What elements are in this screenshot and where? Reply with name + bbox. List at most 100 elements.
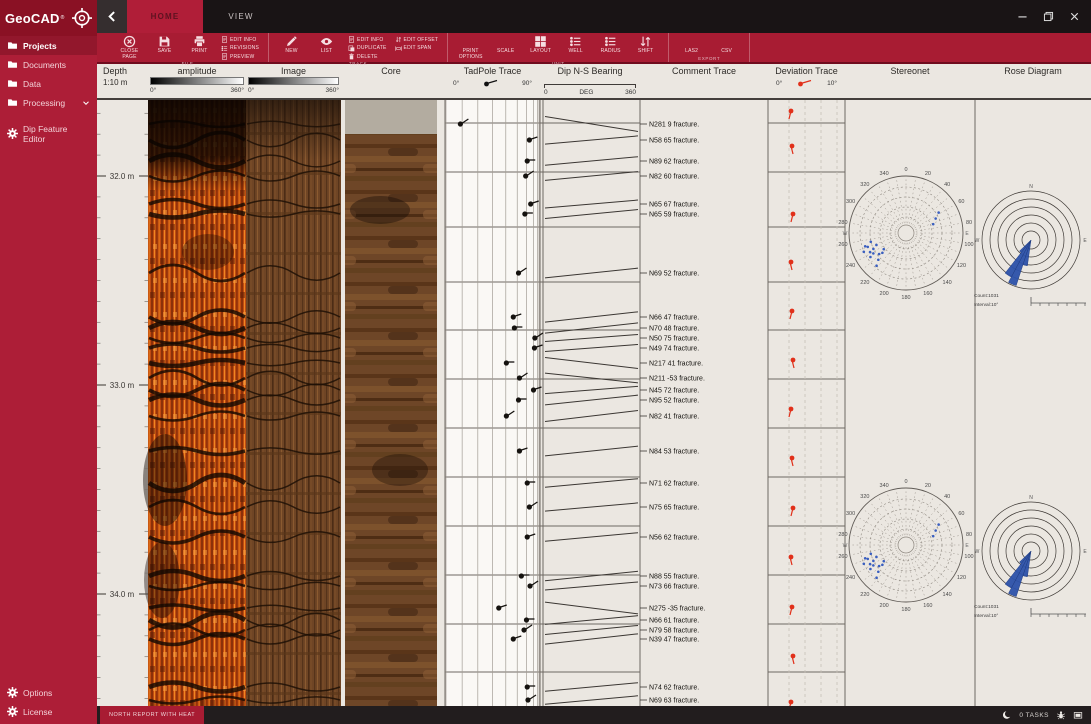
comment-label[interactable]: N82 41 fracture.	[649, 414, 699, 421]
stereonet-point[interactable]	[866, 558, 869, 561]
preview-button[interactable]: PREVIEW	[221, 53, 259, 60]
sidebar-item-processing[interactable]: Processing	[0, 93, 97, 112]
comment-label[interactable]: N66 47 fracture.	[649, 315, 699, 322]
radius-button[interactable]: RADIUS	[594, 34, 627, 55]
stereonet-point[interactable]	[869, 563, 872, 566]
layout-button[interactable]: LAYOUT	[524, 34, 557, 55]
tadpole[interactable]	[524, 617, 529, 622]
stereonet-point[interactable]	[869, 256, 872, 259]
stereonet-point[interactable]	[881, 563, 884, 566]
back-button[interactable]	[97, 0, 127, 33]
stereonet-point[interactable]	[872, 252, 875, 255]
new-button[interactable]: NEW	[275, 34, 308, 55]
tadpole[interactable]	[521, 627, 526, 632]
stereonet-point[interactable]	[872, 564, 875, 567]
stereonet-point[interactable]	[937, 523, 940, 526]
deviation-tadpole[interactable]	[789, 109, 794, 114]
tab-home[interactable]: HOME	[127, 0, 203, 33]
tadpole[interactable]	[511, 636, 516, 641]
comment-label[interactable]: N73 66 fracture.	[649, 584, 699, 591]
stereonet-point[interactable]	[875, 576, 878, 579]
shift-button[interactable]: SHIFT	[629, 34, 662, 55]
tadpole[interactable]	[519, 573, 524, 578]
stereonet-point[interactable]	[932, 535, 935, 538]
tadpole[interactable]	[511, 314, 516, 319]
tadpole[interactable]	[525, 697, 530, 702]
stereonet-point[interactable]	[869, 552, 872, 555]
sidebar-item-data[interactable]: Data	[0, 74, 97, 93]
tadpole[interactable]	[496, 605, 501, 610]
stereonet-point[interactable]	[877, 258, 880, 261]
deviation-tadpole[interactable]	[790, 605, 795, 610]
list-button[interactable]: LIST	[310, 34, 343, 55]
tadpole[interactable]	[525, 534, 530, 539]
edit-offset-button[interactable]: EDIT OFFSET	[395, 36, 439, 43]
tadpole[interactable]	[516, 270, 521, 275]
comment-label[interactable]: N211 -53 fracture.	[649, 376, 705, 383]
stereonet-point[interactable]	[872, 248, 875, 251]
stereonet-point[interactable]	[934, 529, 937, 532]
edit-info-button[interactable]: EDIT INFO	[348, 36, 387, 43]
stereonet-point[interactable]	[882, 248, 885, 251]
document-tab[interactable]: NORTH REPORT WITH HEAT	[100, 706, 204, 724]
tadpole[interactable]	[532, 335, 537, 340]
close-page-button[interactable]: CLOSE PAGE	[113, 34, 146, 60]
save-button[interactable]: SAVE	[148, 34, 181, 55]
stereonet-point[interactable]	[875, 556, 878, 559]
comment-label[interactable]: N84 53 fracture.	[649, 449, 699, 456]
delete-button[interactable]: DELETE	[348, 53, 387, 60]
sidebar-item-documents[interactable]: Documents	[0, 55, 97, 74]
maximize-button[interactable]	[1035, 0, 1061, 33]
stereonet-point[interactable]	[872, 560, 875, 563]
comment-label[interactable]: N71 62 fracture.	[649, 481, 699, 488]
comment-label[interactable]: N95 52 fracture.	[649, 398, 699, 405]
edit-span-button[interactable]: EDIT SPAN	[395, 45, 439, 52]
comment-label[interactable]: N56 62 fracture.	[649, 535, 699, 542]
print-button[interactable]: PRINT	[183, 34, 216, 55]
stereonet-point[interactable]	[862, 562, 865, 565]
comment-label[interactable]: N65 67 fracture.	[649, 202, 699, 209]
minimize-button[interactable]	[1009, 0, 1035, 33]
comment-label[interactable]: N69 63 fracture.	[649, 698, 699, 705]
comment-label[interactable]: N74 62 fracture.	[649, 685, 699, 692]
comment-label[interactable]: N69 52 fracture.	[649, 271, 699, 278]
duplicate-button[interactable]: DUPLICATE	[348, 45, 387, 52]
tadpole[interactable]	[525, 684, 530, 689]
bug-icon[interactable]	[1056, 710, 1066, 720]
sidebar-item-options[interactable]: Options	[0, 683, 97, 702]
comment-label[interactable]: N66 61 fracture.	[649, 618, 699, 625]
stereonet-point[interactable]	[878, 253, 881, 256]
sidebar-item-projects[interactable]: Projects	[0, 36, 97, 55]
deviation-tadpole[interactable]	[791, 358, 796, 363]
comment-label[interactable]: N39 47 fracture.	[649, 637, 699, 644]
deviation-tadpole[interactable]	[791, 506, 796, 511]
stereonet-point[interactable]	[877, 570, 880, 573]
comment-label[interactable]: N70 48 fracture.	[649, 326, 699, 333]
stereonet-point[interactable]	[934, 217, 937, 220]
panel-icon[interactable]	[1073, 710, 1083, 720]
tadpole[interactable]	[522, 211, 527, 216]
moon-icon[interactable]	[1002, 710, 1012, 720]
tab-view[interactable]: VIEW	[203, 0, 279, 33]
tadpole[interactable]	[517, 375, 522, 380]
stereonet-point[interactable]	[882, 560, 885, 563]
print-options-button[interactable]: PRINT OPTIONS	[454, 34, 487, 60]
comment-label[interactable]: N45 72 fracture.	[649, 388, 699, 395]
deviation-tadpole[interactable]	[789, 260, 794, 265]
tadpole[interactable]	[527, 504, 532, 509]
comment-label[interactable]: N49 74 fracture.	[649, 346, 699, 353]
sidebar-item-dip-feature-editor[interactable]: Dip Feature Editor	[0, 124, 97, 143]
tadpole[interactable]	[525, 158, 530, 163]
stereonet-point[interactable]	[864, 557, 867, 560]
close-button[interactable]	[1061, 0, 1087, 33]
comment-label[interactable]: N89 62 fracture.	[649, 159, 699, 166]
revisions-button[interactable]: REVISIONS	[221, 45, 259, 52]
stereonet-point[interactable]	[864, 245, 867, 248]
tadpole[interactable]	[516, 397, 521, 402]
tadpole[interactable]	[458, 121, 463, 126]
tadpole[interactable]	[527, 137, 532, 142]
stereonet-point[interactable]	[932, 223, 935, 226]
scale-button[interactable]: SCALE	[489, 34, 522, 55]
tadpole[interactable]	[527, 583, 532, 588]
comment-label[interactable]: N82 60 fracture.	[649, 174, 699, 181]
